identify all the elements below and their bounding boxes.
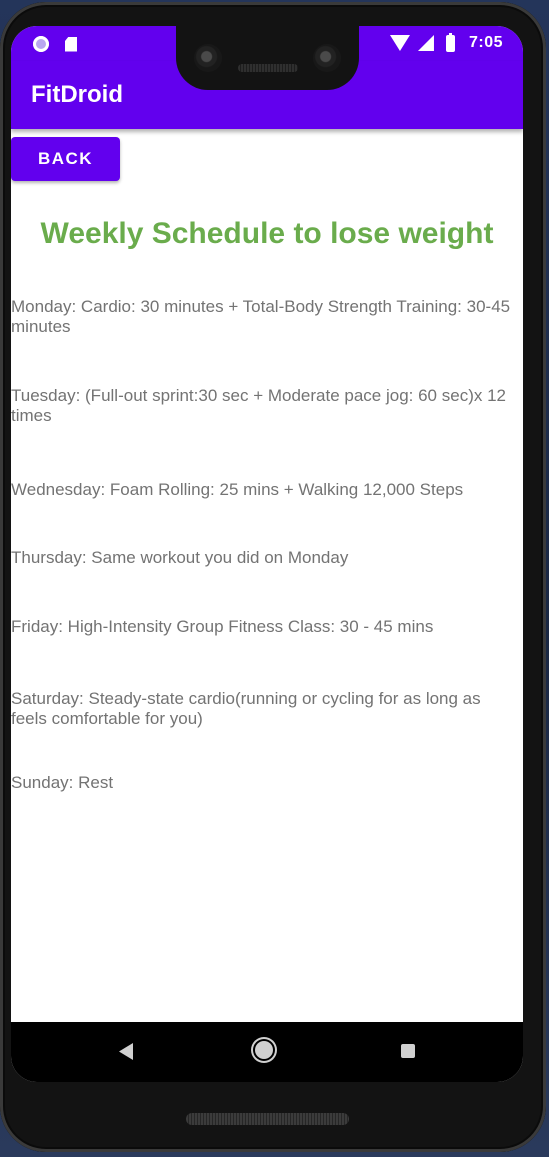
app-title: FitDroid bbox=[31, 81, 123, 108]
schedule-item-monday: Monday: Cardio: 30 minutes + Total-Body … bbox=[11, 297, 511, 336]
battery-icon bbox=[445, 32, 455, 52]
status-clock: 7:05 bbox=[468, 34, 503, 51]
phone-frame: 7:05 FitDroid BACK Weekly Schedule to lo… bbox=[0, 2, 546, 1152]
status-right-icons: 7:05 bbox=[389, 32, 503, 52]
front-camera-icon bbox=[194, 44, 222, 72]
navigation-bar bbox=[11, 1022, 523, 1082]
schedule-item-sunday: Sunday: Rest bbox=[11, 773, 114, 792]
page-title: Weekly Schedule to lose weight bbox=[40, 217, 494, 250]
nav-back-icon[interactable] bbox=[119, 1043, 133, 1060]
nav-home-icon[interactable] bbox=[255, 1041, 273, 1059]
status-left-icons bbox=[33, 36, 77, 52]
schedule-item-tuesday: Tuesday: (Full-out sprint:30 sec + Moder… bbox=[11, 386, 506, 425]
schedule-item-wednesday: Wednesday: Foam Rolling: 25 mins + Walki… bbox=[11, 480, 464, 499]
schedule-item-thursday: Thursday: Same workout you did on Monday bbox=[11, 548, 349, 567]
camera-notch bbox=[176, 26, 359, 90]
schedule-item-friday: Friday: High-Intensity Group Fitness Cla… bbox=[11, 617, 434, 636]
front-sensor-icon bbox=[313, 44, 341, 72]
bottom-speaker-grille bbox=[186, 1113, 349, 1125]
wifi-icon bbox=[389, 35, 410, 51]
nav-recents-icon[interactable] bbox=[401, 1044, 415, 1058]
phone-screen: 7:05 FitDroid BACK Weekly Schedule to lo… bbox=[11, 26, 523, 1082]
back-button[interactable]: BACK bbox=[11, 137, 120, 181]
cell-signal-icon bbox=[417, 35, 434, 51]
notification-circle-icon bbox=[33, 36, 49, 52]
sd-card-icon bbox=[65, 36, 77, 52]
earpiece-speaker bbox=[238, 64, 298, 72]
schedule-item-saturday: Saturday: Steady-state cardio(running or… bbox=[11, 689, 481, 728]
